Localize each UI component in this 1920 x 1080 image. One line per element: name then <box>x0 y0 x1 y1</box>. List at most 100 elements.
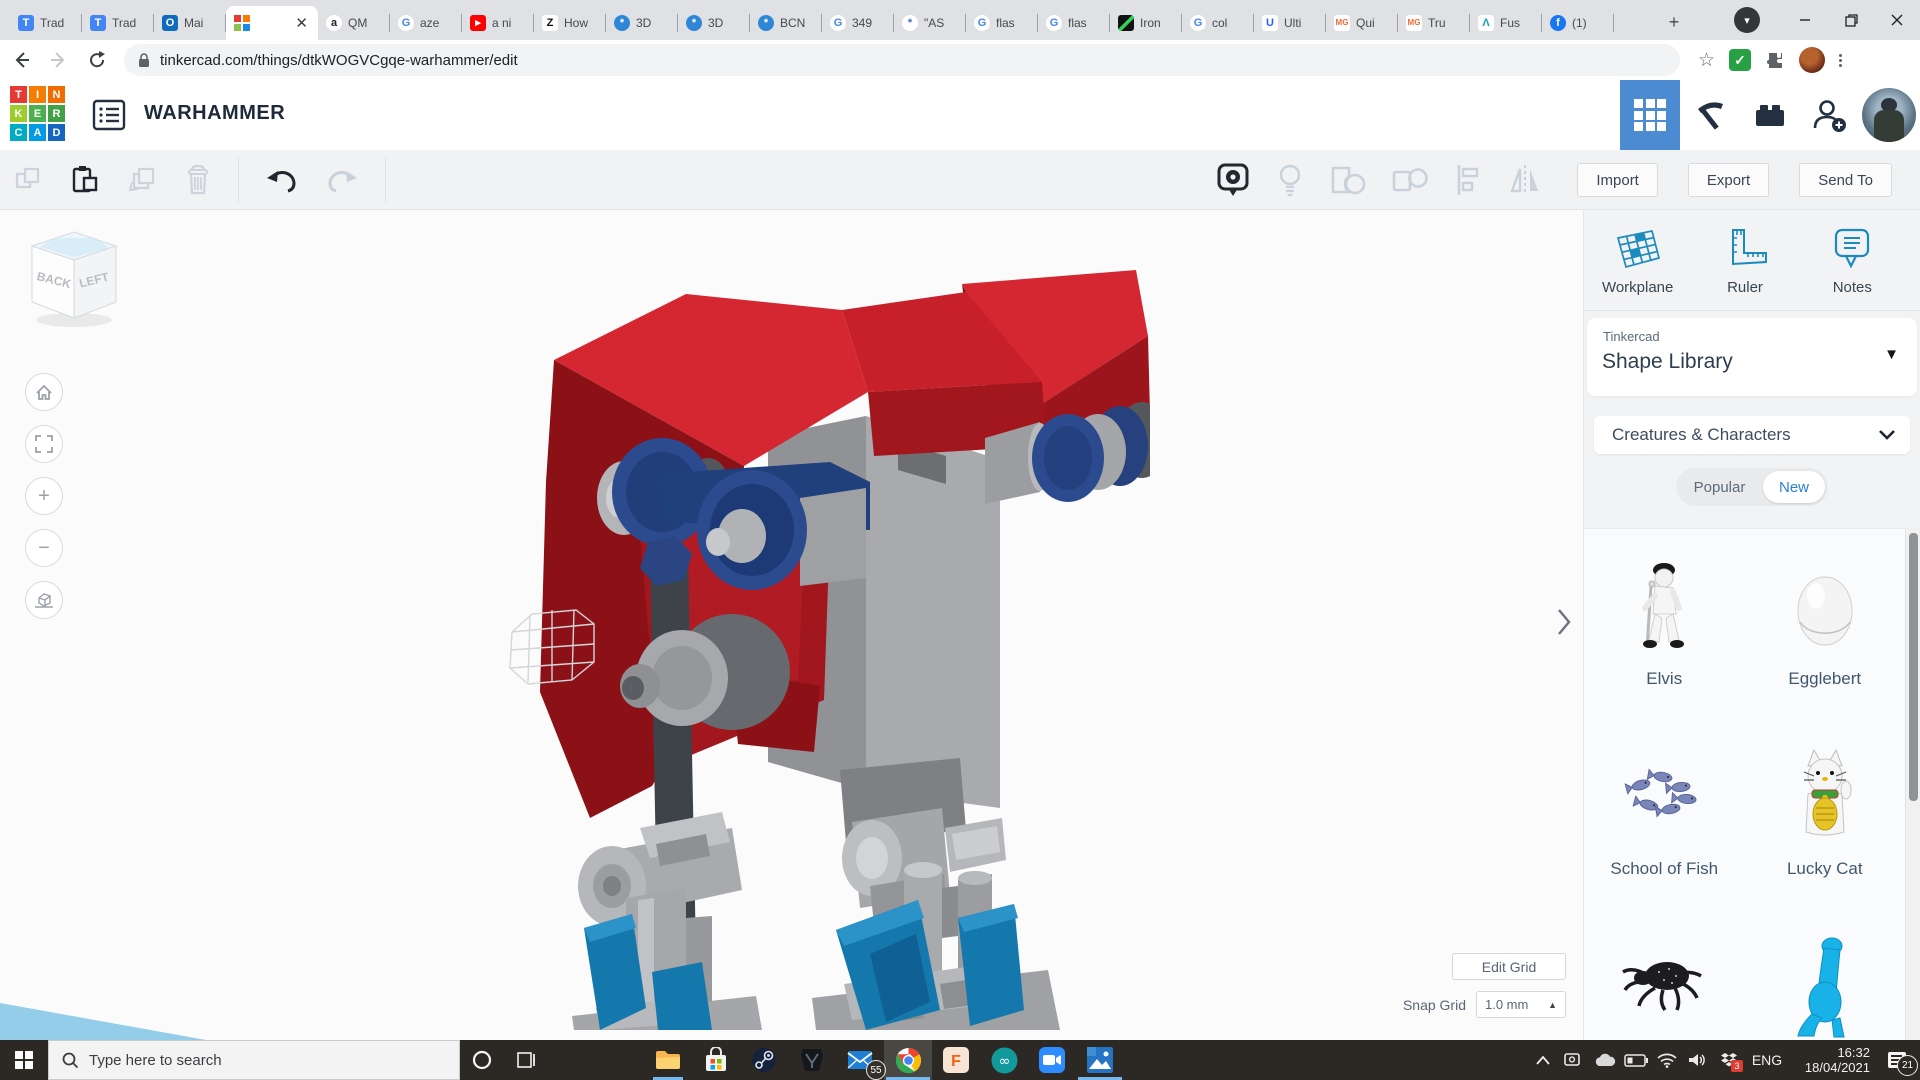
fit-view-button[interactable] <box>25 425 63 463</box>
browser-tab[interactable]: MGTru <box>1398 6 1470 40</box>
start-button[interactable] <box>0 1040 48 1080</box>
ruler-tool[interactable]: Ruler <box>1691 220 1798 296</box>
browser-tab[interactable]: Gaze <box>390 6 462 40</box>
bookmark-star-icon[interactable]: ☆ <box>1698 49 1715 72</box>
shape-item-school-of-fish[interactable]: School of Fish <box>1584 741 1745 931</box>
notes-tool[interactable]: Notes <box>1799 220 1906 296</box>
undo-button[interactable] <box>265 167 299 193</box>
chrome-taskbar-icon[interactable] <box>884 1040 932 1080</box>
file-explorer-taskbar-icon[interactable] <box>644 1040 692 1080</box>
meet-now-icon[interactable] <box>1558 1040 1589 1080</box>
new-tab-button[interactable]: + <box>1660 8 1688 36</box>
design-title[interactable]: WARHAMMER <box>144 102 285 125</box>
wifi-icon[interactable] <box>1651 1040 1682 1080</box>
shape-item[interactable] <box>1584 931 1745 1040</box>
browser-tab[interactable]: TTrad <box>10 6 82 40</box>
align-button[interactable] <box>1453 163 1483 197</box>
browser-tab[interactable]: UUlti <box>1254 6 1326 40</box>
mail-taskbar-icon[interactable]: 55 <box>836 1040 884 1080</box>
workplane-tool[interactable]: Workplane <box>1584 220 1691 296</box>
import-button[interactable]: Import <box>1577 163 1658 197</box>
battery-icon[interactable] <box>1620 1040 1651 1080</box>
back-button[interactable] <box>4 43 38 77</box>
minecraft-export-button[interactable] <box>1680 80 1740 150</box>
arduino-taskbar-icon[interactable]: ∞ <box>980 1040 1028 1080</box>
zoom-taskbar-icon[interactable] <box>1028 1040 1076 1080</box>
task-view-button[interactable] <box>504 1040 548 1080</box>
paste-button[interactable] <box>70 164 100 196</box>
browser-tab[interactable]: aQM <box>318 6 390 40</box>
view-cube[interactable]: BACK LEFT <box>24 228 124 338</box>
browser-tab[interactable]: MGQui <box>1326 6 1398 40</box>
browser-tab[interactable]: ΛFus <box>1470 6 1542 40</box>
mirror-button[interactable] <box>1507 163 1543 197</box>
design-viewport[interactable]: BACK LEFT + − Edit Grid Snap Grid 1.0 mm… <box>0 210 1583 1040</box>
tab-close-icon[interactable]: ✕ <box>293 16 310 31</box>
scrollbar-thumb[interactable] <box>1909 533 1918 801</box>
reload-button[interactable] <box>80 43 114 77</box>
ungroup-button[interactable] <box>1391 162 1429 198</box>
export-button[interactable]: Export <box>1688 163 1769 197</box>
shape-item-lucky-cat[interactable]: Lucky Cat <box>1745 741 1906 931</box>
clock[interactable]: 16:32 18/04/2021 <box>1790 1045 1874 1075</box>
shape-item-elvis[interactable]: Elvis <box>1584 551 1745 741</box>
redo-button[interactable] <box>325 167 359 193</box>
tinkercad-logo[interactable]: TINKERCAD <box>10 86 65 141</box>
browser-tab[interactable]: f(1) <box>1542 6 1614 40</box>
browser-tab[interactable]: TTrad <box>82 6 154 40</box>
design-menu-icon[interactable] <box>92 99 126 136</box>
browser-tab[interactable]: OMai <box>154 6 226 40</box>
onedrive-icon[interactable] <box>1589 1040 1620 1080</box>
group-button[interactable] <box>1329 162 1367 198</box>
snap-grid-select[interactable]: 1.0 mm ▲ <box>1476 991 1566 1018</box>
dropbox-icon[interactable]: 3 <box>1713 1040 1744 1080</box>
photos-taskbar-icon[interactable] <box>1076 1040 1124 1080</box>
volume-icon[interactable] <box>1682 1040 1713 1080</box>
browser-menu-icon[interactable] <box>1839 54 1842 67</box>
extension-check-icon[interactable]: ✓ <box>1729 49 1751 71</box>
zoom-in-button[interactable]: + <box>25 477 63 515</box>
delete-button[interactable] <box>184 164 212 196</box>
url-omnibox[interactable]: tinkercad.com/things/dtkWOGVCgqe-warhamm… <box>124 44 1680 76</box>
language-indicator[interactable]: ENG <box>1744 1052 1790 1068</box>
microsoft-store-taskbar-icon[interactable] <box>692 1040 740 1080</box>
shape-library-selector[interactable]: Tinkercad Shape Library ▼ <box>1587 318 1917 396</box>
forward-button[interactable] <box>42 43 76 77</box>
browser-tab[interactable]: *3D <box>678 6 750 40</box>
active-browser-tab[interactable]: ✕ <box>226 6 318 40</box>
show-all-button[interactable] <box>1215 161 1251 199</box>
cortana-button[interactable] <box>460 1040 504 1080</box>
toggle-new[interactable]: New <box>1763 471 1825 503</box>
browser-tab[interactable]: Gflas <box>966 6 1038 40</box>
taskbar-search[interactable]: Type here to search <box>48 1040 460 1080</box>
browser-tab[interactable]: *3D <box>606 6 678 40</box>
browser-profile-avatar[interactable] <box>1799 47 1825 73</box>
predator-taskbar-icon[interactable] <box>788 1040 836 1080</box>
shape-item[interactable] <box>1745 931 1906 1040</box>
hidden-icons-chevron[interactable] <box>1527 1040 1558 1080</box>
maximize-button[interactable] <box>1828 0 1874 40</box>
invite-collaborator-button[interactable] <box>1800 80 1860 150</box>
light-view-button[interactable] <box>1275 162 1305 198</box>
zoom-out-button[interactable]: − <box>25 529 63 567</box>
action-center-button[interactable]: 21 <box>1874 1040 1920 1080</box>
browser-tab[interactable]: Iron <box>1110 6 1182 40</box>
fusion-360-taskbar-icon[interactable]: F <box>932 1040 980 1080</box>
home-view-button[interactable] <box>25 373 63 411</box>
gallery-scrollbar[interactable] <box>1905 528 1920 1040</box>
perspective-toggle-button[interactable] <box>25 581 63 619</box>
browser-tab[interactable]: Gcol <box>1182 6 1254 40</box>
close-window-button[interactable] <box>1874 0 1920 40</box>
edit-grid-button[interactable]: Edit Grid <box>1452 953 1566 980</box>
blocks-view-button[interactable] <box>1620 80 1680 150</box>
browser-tab[interactable]: ZHow <box>534 6 606 40</box>
shape-item-egglebert[interactable]: Egglebert <box>1745 551 1906 741</box>
send-to-button[interactable]: Send To <box>1799 163 1892 197</box>
warhammer-3d-model[interactable] <box>400 230 1150 1030</box>
browser-tab[interactable]: Gflas <box>1038 6 1110 40</box>
browser-tab[interactable]: *BCN <box>750 6 822 40</box>
toggle-popular[interactable]: Popular <box>1676 479 1763 496</box>
bricks-export-button[interactable] <box>1740 80 1800 150</box>
minimize-button[interactable] <box>1782 0 1828 40</box>
panel-collapse-handle[interactable] <box>1553 602 1575 647</box>
